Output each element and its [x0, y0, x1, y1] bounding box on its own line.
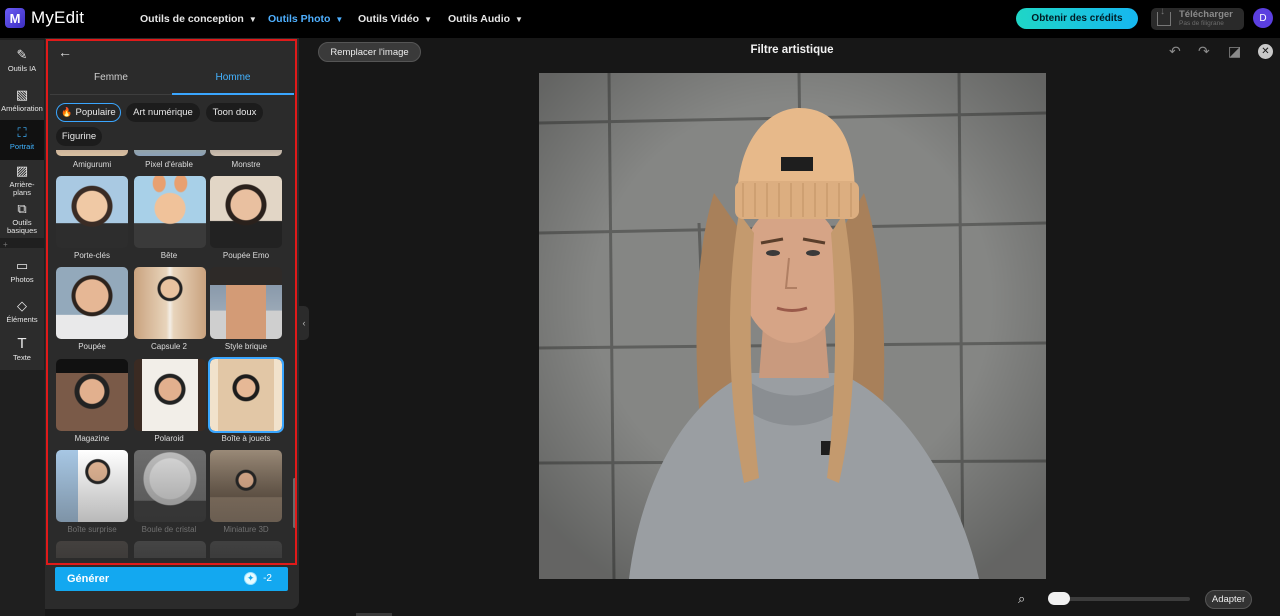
- nav-photo-tools[interactable]: Outils Photo ▼: [268, 0, 343, 38]
- get-credits-button[interactable]: Obtenir des crédits: [1016, 8, 1138, 29]
- close-icon[interactable]: ✕: [1258, 44, 1273, 59]
- style-label: Miniature 3D: [223, 525, 269, 534]
- download-sublabel: Pas de filigrane: [1179, 20, 1224, 27]
- tab-homme[interactable]: Homme: [172, 72, 294, 83]
- generate-label: Générer: [67, 573, 110, 585]
- rail-photos[interactable]: ▭ Photos: [0, 256, 44, 292]
- chevron-down-icon: ▼: [424, 14, 432, 24]
- chip-figurine[interactable]: Figurine: [56, 127, 102, 146]
- undo-icon[interactable]: ↶: [1169, 43, 1181, 60]
- background-icon: ▨: [15, 163, 29, 178]
- style-label: Polaroid: [154, 434, 184, 443]
- chip-toon-doux[interactable]: Toon doux: [206, 103, 263, 122]
- generate-cost: ✦ -2: [244, 572, 272, 585]
- style-thumb-poupee-emo[interactable]: [210, 176, 282, 248]
- plus-icon: +: [3, 240, 8, 249]
- style-thumb-pixel-erable[interactable]: [134, 150, 206, 156]
- chevron-down-icon: ▼: [335, 14, 344, 24]
- style-thumb[interactable]: [134, 541, 206, 558]
- chevron-left-icon: ‹: [302, 318, 306, 328]
- style-thumb-miniature-3d[interactable]: [210, 450, 282, 522]
- style-thumb-porte-cles[interactable]: [56, 176, 128, 248]
- nav-audio-tools[interactable]: Outils Audio ▼: [448, 0, 523, 38]
- active-tab-indicator: [172, 93, 294, 95]
- rail-basic-tools[interactable]: ⧉ Outils basiques: [0, 200, 44, 236]
- style-thumb-monstre[interactable]: [210, 150, 282, 156]
- chip-populaire[interactable]: 🔥 Populaire: [56, 103, 121, 122]
- nav-design-tools[interactable]: Outils de conception ▼: [140, 0, 257, 38]
- nav-video-tools[interactable]: Outils Vidéo ▼: [358, 0, 432, 38]
- back-arrow-icon[interactable]: ←: [58, 44, 72, 60]
- credit-icon: ✦: [244, 572, 258, 585]
- text-icon: T: [17, 335, 27, 352]
- tool-rail: + ✎ Outils IA ▧ Amélioration ⛶ Portrait …: [0, 38, 45, 616]
- edited-photo: [539, 73, 1046, 579]
- generate-button[interactable]: Générer ✦ -2: [55, 567, 288, 591]
- style-thumb-bete[interactable]: [134, 176, 206, 248]
- page-title: Filtre artistique: [750, 44, 834, 56]
- style-thumb-polaroid[interactable]: [134, 359, 206, 431]
- download-button[interactable]: Télécharger Pas de filigrane: [1151, 6, 1244, 30]
- rail-portrait[interactable]: ⛶ Portrait: [0, 120, 44, 160]
- zoom-slider-handle[interactable]: [1048, 592, 1070, 605]
- style-label: Style brique: [224, 342, 268, 351]
- style-thumb[interactable]: [210, 541, 282, 558]
- chevron-down-icon: ▼: [248, 14, 257, 24]
- style-thumb-boite-a-jouets[interactable]: [208, 357, 284, 433]
- app-logo[interactable]: M MyEdit: [5, 8, 84, 28]
- style-thumb-magazine[interactable]: [56, 359, 128, 431]
- style-thumb[interactable]: [56, 541, 128, 558]
- style-label: Boule de cristal: [141, 525, 197, 534]
- chevron-down-icon: ▼: [515, 14, 523, 24]
- enhance-icon: ▧: [15, 87, 29, 102]
- tab-femme[interactable]: Femme: [50, 72, 172, 83]
- collapse-panel-button[interactable]: ‹: [299, 306, 309, 340]
- style-label: Boîte à jouets: [221, 434, 271, 443]
- photos-icon: ▭: [15, 258, 29, 273]
- style-label: Capsule 2: [150, 342, 188, 351]
- style-label: Boîte surprise: [67, 525, 117, 534]
- style-label: Magazine: [74, 434, 110, 443]
- style-grid: Amigurumi Pixel d'érable Monstre Porte-c…: [50, 150, 292, 558]
- rail-text[interactable]: T Texte: [0, 336, 44, 372]
- portrait-photo: [539, 73, 1046, 579]
- rail-elements[interactable]: ◇ Éléments: [0, 296, 44, 332]
- avatar[interactable]: D: [1253, 8, 1273, 28]
- download-label: Télécharger: [1179, 9, 1233, 20]
- style-label: Poupée Emo: [222, 251, 270, 260]
- style-label: Monstre: [231, 160, 261, 169]
- style-label: Poupée: [78, 342, 106, 351]
- style-thumb-style-brique[interactable]: [210, 267, 282, 339]
- compare-icon[interactable]: ◪: [1228, 43, 1241, 60]
- portrait-icon: ⛶: [17, 125, 27, 140]
- fit-button[interactable]: Adapter: [1205, 590, 1252, 609]
- style-thumb-amigurumi[interactable]: [56, 150, 128, 156]
- rail-enhance[interactable]: ▧ Amélioration: [0, 84, 44, 120]
- style-thumb-capsule-2[interactable]: [134, 267, 206, 339]
- style-thumb-boite-surprise[interactable]: [56, 450, 128, 522]
- redo-icon[interactable]: ↷: [1198, 43, 1210, 60]
- logo-icon: M: [5, 8, 25, 28]
- rail-ai-tools[interactable]: ✎ Outils IA: [0, 44, 44, 80]
- top-bar: M MyEdit Outils de conception ▼ Outils Ph…: [0, 0, 1280, 38]
- elements-icon: ◇: [17, 298, 27, 313]
- download-icon: [1157, 6, 1171, 26]
- style-label: Porte-clés: [73, 251, 110, 260]
- style-thumb-poupee[interactable]: [56, 267, 128, 339]
- magic-wand-icon: ✎: [16, 47, 28, 62]
- zoom-slider-track[interactable]: [1050, 597, 1190, 601]
- chip-art-numerique[interactable]: Art numérique: [126, 103, 200, 122]
- style-label: Amigurumi: [72, 160, 112, 169]
- style-thumb-boule-de-cristal[interactable]: [134, 450, 206, 522]
- rail-backgrounds[interactable]: ▨ Arrière-plans: [0, 162, 44, 198]
- style-label: Pixel d'érable: [145, 160, 193, 169]
- zoom-icon: ⌕: [1018, 591, 1026, 606]
- app-name: MyEdit: [31, 8, 85, 27]
- style-label: Bête: [160, 251, 178, 260]
- panel-scrollbar[interactable]: [293, 478, 296, 528]
- crop-icon: ⧉: [17, 201, 27, 216]
- fire-icon: 🔥: [61, 107, 73, 117]
- replace-image-button[interactable]: Remplacer l'image: [318, 42, 421, 62]
